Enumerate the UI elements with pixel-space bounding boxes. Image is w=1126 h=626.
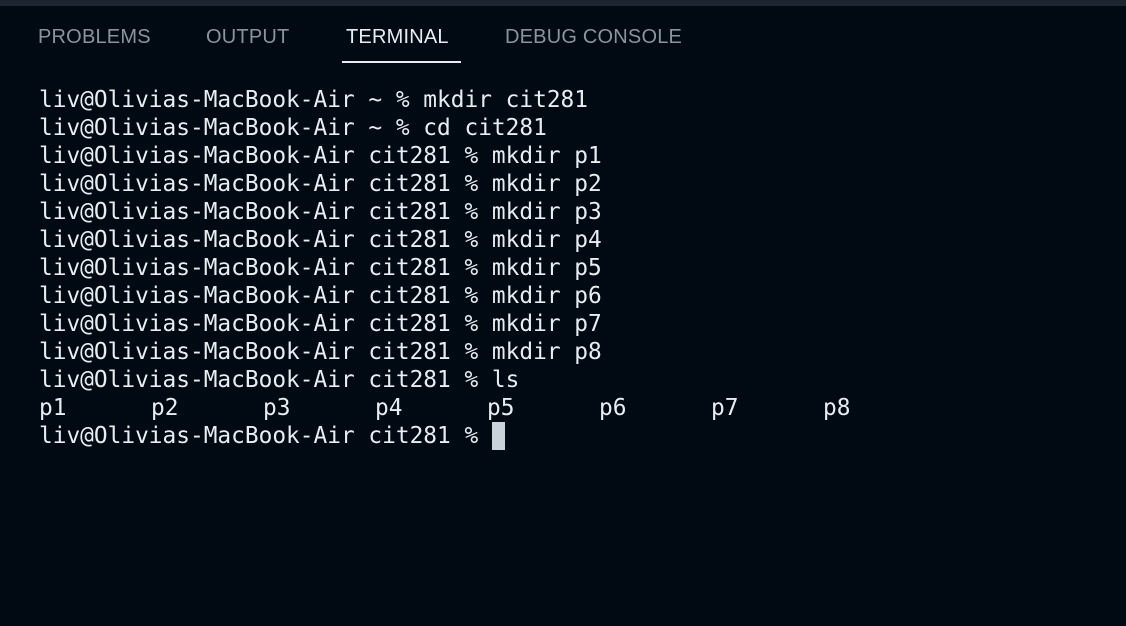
ls-output-item: p6 xyxy=(599,395,627,421)
ls-output-item: p8 xyxy=(823,395,851,421)
ls-output-item: p4 xyxy=(375,395,403,421)
terminal-cursor xyxy=(491,422,505,450)
ls-output-item: p1 xyxy=(39,395,67,421)
terminal-prompt: liv@Olivias-MacBook-Air cit281 % xyxy=(39,423,492,449)
ls-output-item: p2 xyxy=(151,395,179,421)
terminal-line: liv@Olivias-MacBook-Air cit281 % mkdir p… xyxy=(39,339,602,365)
panel-tab-bar: PROBLEMS OUTPUT TERMINAL DEBUG CONSOLE xyxy=(0,6,1126,64)
tab-debug-console[interactable]: DEBUG CONSOLE xyxy=(505,26,682,64)
terminal-panel: PROBLEMS OUTPUT TERMINAL DEBUG CONSOLE l… xyxy=(0,0,1126,626)
terminal-line: liv@Olivias-MacBook-Air cit281 % ls xyxy=(39,367,520,393)
ls-output-item: p7 xyxy=(711,395,739,421)
ls-output-item: p3 xyxy=(263,395,291,421)
terminal-line: liv@Olivias-MacBook-Air cit281 % mkdir p… xyxy=(39,311,602,337)
terminal-line: liv@Olivias-MacBook-Air ~ % mkdir cit281 xyxy=(39,87,588,113)
terminal-line: liv@Olivias-MacBook-Air cit281 % mkdir p… xyxy=(39,199,602,225)
active-tab-indicator xyxy=(342,61,461,63)
terminal-output[interactable]: liv@Olivias-MacBook-Air ~ % mkdir cit281… xyxy=(39,86,1099,606)
terminal-prompt-line[interactable]: liv@Olivias-MacBook-Air cit281 % xyxy=(39,422,1099,450)
terminal-line: liv@Olivias-MacBook-Air ~ % cd cit281 xyxy=(39,115,547,141)
tab-output[interactable]: OUTPUT xyxy=(206,26,289,64)
ls-output-row: p1 p2 p3 p4 p5 p6 p7 p8 xyxy=(39,394,1099,422)
tab-terminal[interactable]: TERMINAL xyxy=(346,26,449,64)
terminal-line: liv@Olivias-MacBook-Air cit281 % mkdir p… xyxy=(39,143,602,169)
ls-output-item: p5 xyxy=(487,395,515,421)
tab-problems[interactable]: PROBLEMS xyxy=(38,26,151,64)
terminal-line: liv@Olivias-MacBook-Air cit281 % mkdir p… xyxy=(39,227,602,253)
terminal-line: liv@Olivias-MacBook-Air cit281 % mkdir p… xyxy=(39,171,602,197)
terminal-line: liv@Olivias-MacBook-Air cit281 % mkdir p… xyxy=(39,255,602,281)
terminal-line: liv@Olivias-MacBook-Air cit281 % mkdir p… xyxy=(39,283,602,309)
